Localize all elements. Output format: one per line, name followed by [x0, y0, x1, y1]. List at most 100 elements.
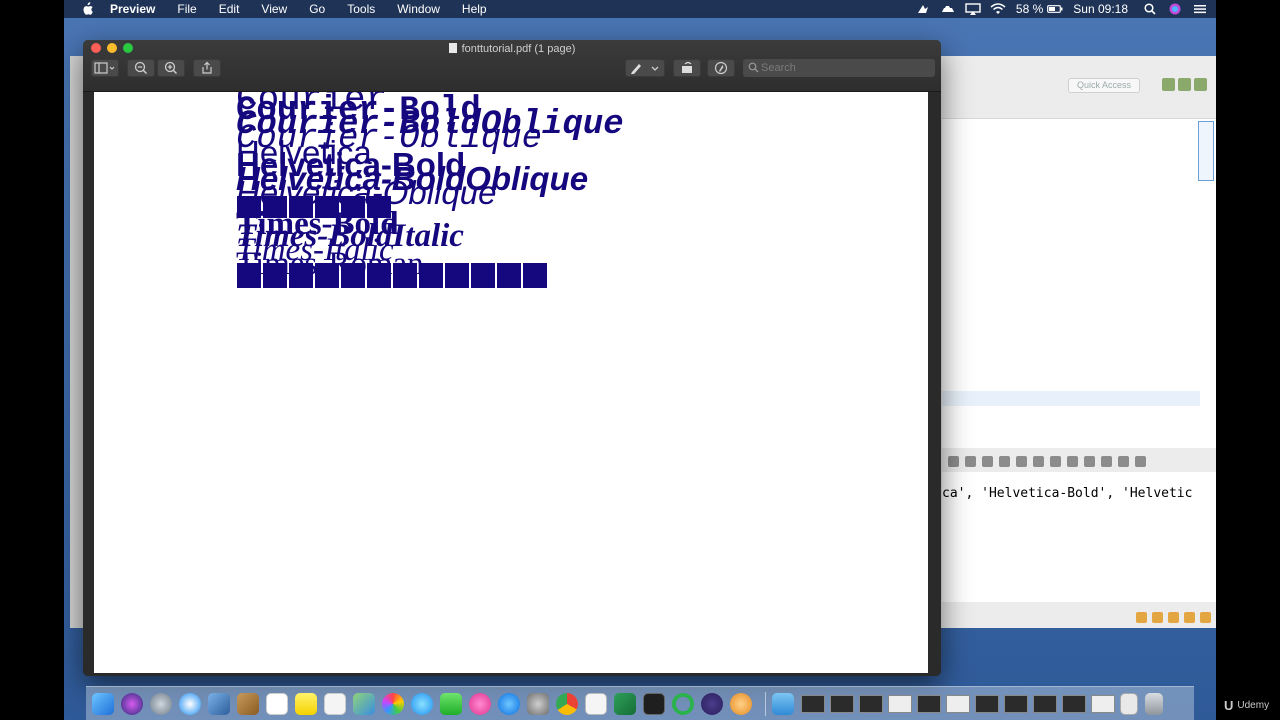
facetime-icon[interactable]	[440, 692, 462, 715]
preview-window: fonttutorial.pdf (1 page) Search Courier…	[83, 40, 941, 676]
app-store-icon[interactable]	[498, 692, 520, 715]
safari-icon[interactable]	[179, 692, 201, 715]
cloud-app-icon[interactable]	[940, 3, 956, 15]
console-text: ca', 'Helvetica-Bold', 'Helvetic	[942, 486, 1193, 501]
menu-edit[interactable]: Edit	[219, 0, 240, 18]
editor-scrollbar[interactable]	[1198, 121, 1214, 181]
udemy-logo-icon: U	[1224, 698, 1234, 713]
status-icon-4[interactable]	[1184, 611, 1195, 623]
remove-launch-icon[interactable]	[948, 455, 959, 467]
display-selected-icon[interactable]	[1101, 455, 1112, 467]
minimized-window-8[interactable]	[1004, 694, 1028, 713]
contacts-icon[interactable]	[237, 692, 259, 715]
messages-icon[interactable]	[411, 692, 433, 715]
menu-tools[interactable]: Tools	[347, 0, 375, 18]
wifi-icon[interactable]	[990, 3, 1006, 15]
trash-icon[interactable]	[1145, 692, 1163, 715]
minimized-window-3[interactable]	[859, 694, 883, 713]
copy-icon[interactable]	[1016, 455, 1027, 467]
open-console-icon[interactable]	[1084, 455, 1095, 467]
zoom-in-icon	[164, 61, 178, 75]
pin-console-icon[interactable]	[1067, 455, 1078, 467]
photos-icon[interactable]	[382, 692, 404, 715]
battery-icon[interactable]	[1047, 3, 1063, 15]
reminders-icon[interactable]	[324, 692, 346, 715]
minimize-view-icon[interactable]	[1118, 455, 1129, 467]
finder-icon[interactable]	[92, 692, 114, 715]
minimized-window-7[interactable]	[975, 694, 999, 713]
airplay-icon[interactable]	[965, 3, 981, 15]
notification-center-icon[interactable]	[1192, 3, 1208, 15]
minimized-window-11[interactable]	[1091, 694, 1115, 713]
markup-pen-button[interactable]	[625, 59, 665, 77]
terminal-icon[interactable]	[643, 692, 665, 715]
rotate-button[interactable]	[673, 59, 701, 77]
menu-file[interactable]: File	[177, 0, 196, 18]
textedit-icon[interactable]	[585, 692, 607, 715]
status-icon-5[interactable]	[1200, 611, 1211, 623]
minimized-window-5[interactable]	[917, 694, 941, 713]
excel-icon[interactable]	[614, 692, 636, 715]
search-input[interactable]	[761, 60, 929, 76]
window-title-text: fonttutorial.pdf (1 page)	[461, 43, 576, 55]
code-editor[interactable]	[942, 118, 1216, 448]
itunes-icon[interactable]	[469, 692, 491, 715]
minimized-window-1[interactable]	[801, 694, 825, 713]
console-output[interactable]: ca', 'Helvetica-Bold', 'Helvetic	[942, 472, 1216, 602]
perspective-switcher[interactable]	[1162, 78, 1212, 94]
menu-clock[interactable]: Sun 09:18	[1073, 2, 1128, 16]
maps-icon[interactable]	[353, 692, 375, 715]
menu-app-preview[interactable]: Preview	[110, 0, 155, 18]
share-icon	[202, 61, 212, 74]
menu-help[interactable]: Help	[462, 0, 487, 18]
apple-menu-icon[interactable]	[80, 2, 94, 16]
scroll-lock-icon[interactable]	[1033, 455, 1044, 467]
pycharm-icon[interactable]	[672, 692, 694, 715]
search-field[interactable]	[743, 59, 935, 77]
anaconda-icon[interactable]	[730, 692, 752, 715]
title-bar[interactable]: fonttutorial.pdf (1 page)	[83, 40, 941, 92]
minimized-window-6[interactable]	[946, 694, 970, 713]
maximize-view-icon[interactable]	[1135, 455, 1146, 467]
spotlight-search-icon[interactable]	[1142, 3, 1158, 15]
document-stack-icon[interactable]	[1120, 692, 1138, 715]
zoom-out-icon	[134, 61, 148, 75]
system-preferences-icon[interactable]	[527, 692, 549, 715]
status-icon-2[interactable]	[1152, 611, 1163, 623]
notes-icon[interactable]	[295, 692, 317, 715]
document-scrollbar[interactable]	[933, 92, 939, 676]
battery-percentage[interactable]: 58 %	[1016, 2, 1043, 16]
dock-separator	[765, 691, 766, 716]
menu-window[interactable]: Window	[397, 0, 440, 18]
word-wrap-icon[interactable]	[1050, 455, 1061, 467]
tool-status-icon[interactable]	[915, 3, 931, 15]
minimized-window-2[interactable]	[830, 694, 854, 713]
terminate-icon[interactable]	[999, 455, 1010, 467]
eclipse-icon[interactable]	[701, 692, 723, 715]
markup-toolbar-button[interactable]	[707, 59, 735, 77]
status-icon-1[interactable]	[1136, 611, 1147, 623]
calendar-icon[interactable]	[266, 692, 288, 715]
preview-dock-icon[interactable]	[208, 692, 230, 715]
launchpad-icon[interactable]	[150, 692, 172, 715]
remove-all-icon[interactable]	[965, 455, 976, 467]
minimized-window-9[interactable]	[1033, 694, 1057, 713]
share-button[interactable]	[193, 59, 221, 77]
minimized-window-10[interactable]	[1062, 694, 1086, 713]
menu-view[interactable]: View	[261, 0, 287, 18]
current-line-highlight	[942, 391, 1200, 406]
status-icon-3[interactable]	[1168, 611, 1179, 623]
minimized-window-4[interactable]	[888, 694, 912, 713]
zoom-out-button[interactable]	[127, 59, 155, 77]
menu-go[interactable]: Go	[309, 0, 325, 18]
siri-icon[interactable]	[1167, 3, 1183, 15]
siri-dock-icon[interactable]	[121, 692, 143, 715]
run-icon[interactable]	[982, 455, 993, 467]
sidebar-toggle-button[interactable]	[91, 59, 119, 77]
chrome-icon[interactable]	[556, 692, 578, 715]
document-area: Courier Courier-Bold Courier-BoldOblique…	[83, 92, 941, 676]
pdf-page[interactable]: Courier Courier-Bold Courier-BoldOblique…	[94, 92, 928, 673]
quick-access-field[interactable]: Quick Access	[1068, 78, 1140, 93]
zoom-in-button[interactable]	[157, 59, 185, 77]
downloads-folder-icon[interactable]	[772, 692, 794, 715]
